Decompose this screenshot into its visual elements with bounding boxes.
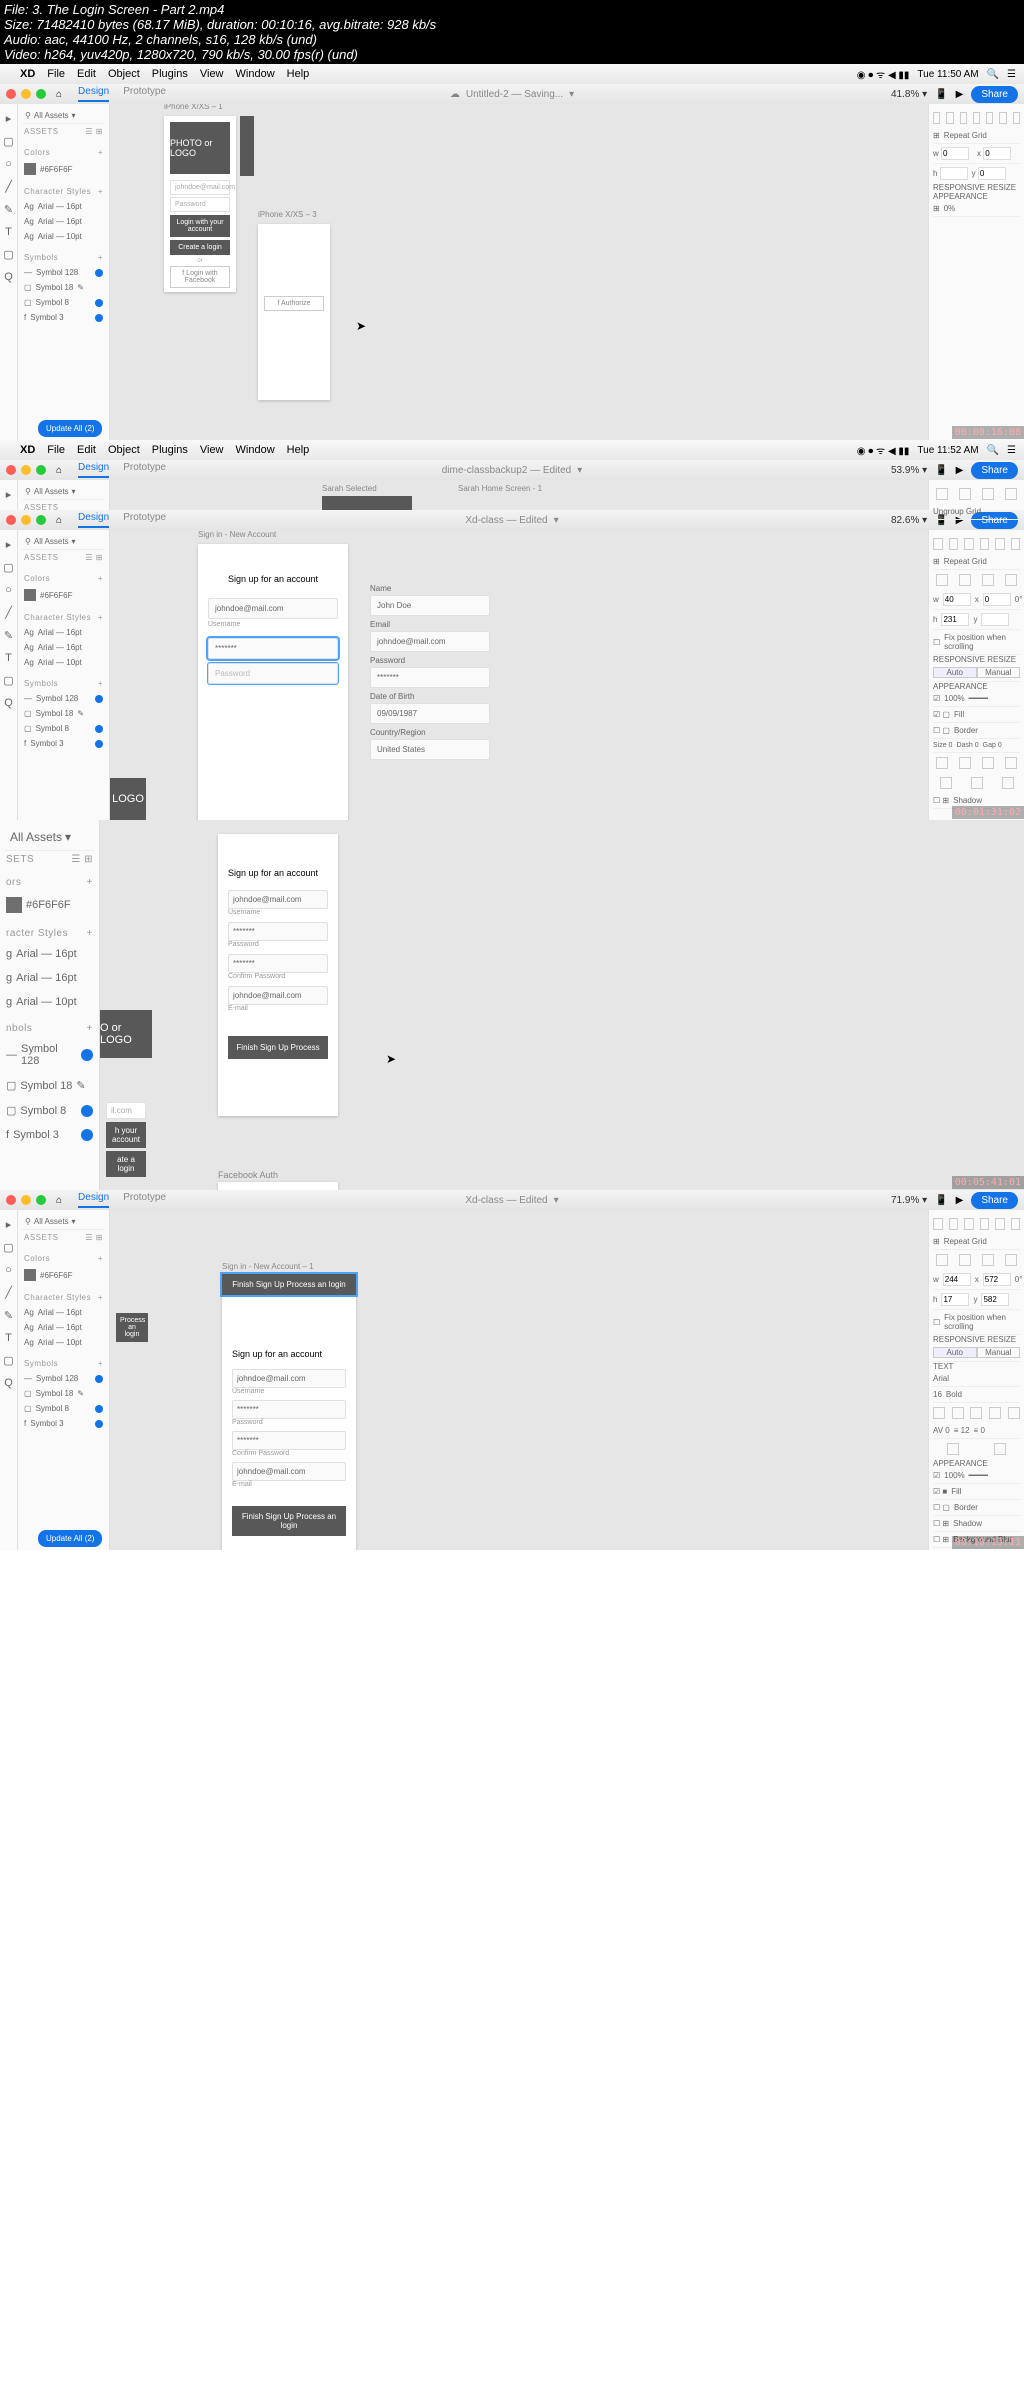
country-field: United States <box>370 739 490 760</box>
email-field: johndoe@mail.com <box>170 180 230 195</box>
symbol-item[interactable]: — Symbol 128 <box>22 265 105 280</box>
finish-button-selected[interactable]: Finish Sign Up Process an login <box>222 1274 356 1295</box>
signup-title: Sign up for an account <box>208 574 338 584</box>
doc-title: Untitled-2 — Saving... <box>466 89 563 100</box>
symbol-item[interactable]: ▢ Symbol 8 <box>22 295 105 310</box>
symbol-item[interactable]: f Symbol 3 <box>22 310 105 325</box>
macos-menubar: XDFileEditObjectPluginsViewWindowHelp ◉ … <box>0 440 1024 460</box>
char-style[interactable]: Ag Arial — 10pt <box>22 229 105 244</box>
cloud-icon: ☁ <box>450 89 460 100</box>
repeat-grid-button[interactable]: ⊞ Repeat Grid <box>933 128 1020 144</box>
timestamp: 00:00:16:08 <box>952 426 1024 439</box>
update-all-button[interactable]: Update All (2) <box>38 420 102 437</box>
char-style[interactable]: Ag Arial — 16pt <box>22 199 105 214</box>
assets-search[interactable]: ⚲ All Assets ▾ <box>22 108 105 124</box>
window-titlebar: ⌂ Design Prototype ☁ Untitled-2 — Saving.… <box>0 84 1024 104</box>
symbol-item[interactable]: ▢ Symbol 18 ✎ <box>22 280 105 295</box>
canvas[interactable]: iPhone X/XS – 1 PHOTO or LOGO johndoe@ma… <box>110 104 928 440</box>
password-input-selected[interactable]: ******* <box>208 638 338 659</box>
fb-login-button: f Login with Facebook <box>170 266 230 288</box>
status-icons: ◉ ⏺ ᯤ ◀ ▮▮ <box>857 67 910 81</box>
app-name[interactable]: XD <box>20 68 35 80</box>
menu-edit[interactable]: Edit <box>77 68 96 80</box>
tab-prototype[interactable]: Prototype <box>123 86 166 102</box>
share-button[interactable]: Share <box>971 86 1018 103</box>
device-icon[interactable]: 📱 <box>935 89 947 100</box>
menu-object[interactable]: Object <box>108 68 140 80</box>
menu-window[interactable]: Window <box>236 68 275 80</box>
notification-icon[interactable]: ☰ <box>1007 69 1016 80</box>
assets-panel: ⚲ All Assets ▾ ASSETS☰ ⊞ Colors+ #6F6F6F… <box>18 104 110 440</box>
password-input-2[interactable]: Password <box>208 663 338 684</box>
email-field: johndoe@mail.com <box>370 631 490 652</box>
artboard-signup[interactable]: Sign up for an account johndoe@mail.com … <box>218 834 338 1116</box>
name-field: John Doe <box>370 595 490 616</box>
login-button: Login with your account <box>170 215 230 237</box>
logo-placeholder: PHOTO or LOGO <box>170 122 230 174</box>
menu-file[interactable]: File <box>47 68 65 80</box>
clock: Tue 11:50 AM <box>917 69 978 80</box>
properties-panel: ⊞ Repeat Grid w x h y RESPONSIVE RESIZE … <box>928 104 1024 440</box>
zoom-level[interactable]: 41.8% ▾ <box>891 89 927 100</box>
macos-menubar: XD File Edit Object Plugins View Window … <box>0 64 1024 84</box>
menu-help[interactable]: Help <box>287 68 310 80</box>
email-input: johndoe@mail.com <box>208 598 338 619</box>
tool-panel: ▸ ▢ ○ ╱ ✎ T ▢ Q <box>0 104 18 440</box>
authorize-button: f Authorize <box>264 296 324 311</box>
spotlight-icon[interactable]: 🔍 <box>987 69 999 80</box>
ellipse-tool[interactable]: ○ <box>5 158 12 170</box>
update-all-button[interactable]: Update All (2) <box>38 1530 102 1547</box>
play-icon[interactable]: ▶ <box>956 89 964 100</box>
artboard-tool[interactable]: ▢ <box>3 248 13 261</box>
create-login-button: Create a login <box>170 240 230 255</box>
mouse-cursor: ➤ <box>356 319 366 333</box>
zoom-tool[interactable]: Q <box>4 271 13 283</box>
home-icon[interactable]: ⌂ <box>56 89 62 100</box>
artboard-iphone-1[interactable]: iPhone X/XS – 1 PHOTO or LOGO johndoe@ma… <box>164 116 236 292</box>
pen-tool[interactable]: ✎ <box>4 203 13 216</box>
artboard-signin-1[interactable]: Finish Sign Up Process an login Sign up … <box>222 1274 356 1550</box>
dob-field: 09/09/1987 <box>370 703 490 724</box>
file-info-overlay: File: 3. The Login Screen - Part 2.mp4 S… <box>0 0 1024 64</box>
pwd-field: ******* <box>370 667 490 688</box>
color-swatch[interactable]: #6F6F6F <box>22 160 105 178</box>
menu-view[interactable]: View <box>200 68 224 80</box>
text-tool[interactable]: T <box>5 226 12 238</box>
line-tool[interactable]: ╱ <box>5 180 12 193</box>
char-style[interactable]: Ag Arial — 16pt <box>22 214 105 229</box>
traffic-lights[interactable] <box>6 89 46 99</box>
ungroup-grid-button[interactable]: Ungroup Grid <box>933 504 1020 520</box>
tab-design[interactable]: Design <box>78 86 109 102</box>
side-form: Name John Doe Email johndoe@mail.com Pas… <box>370 580 490 760</box>
rect-tool[interactable]: ▢ <box>3 135 13 148</box>
artboard-signin[interactable]: Sign in - New Account Sign up for an acc… <box>198 544 348 820</box>
menu-plugins[interactable]: Plugins <box>152 68 188 80</box>
select-tool[interactable]: ▸ <box>6 112 12 125</box>
password-field: Password <box>170 197 230 212</box>
finish-signup-button: Finish Sign Up Process <box>228 1036 328 1059</box>
artboard-iphone-3[interactable]: iPhone X/XS – 3 f Authorize <box>258 224 330 400</box>
